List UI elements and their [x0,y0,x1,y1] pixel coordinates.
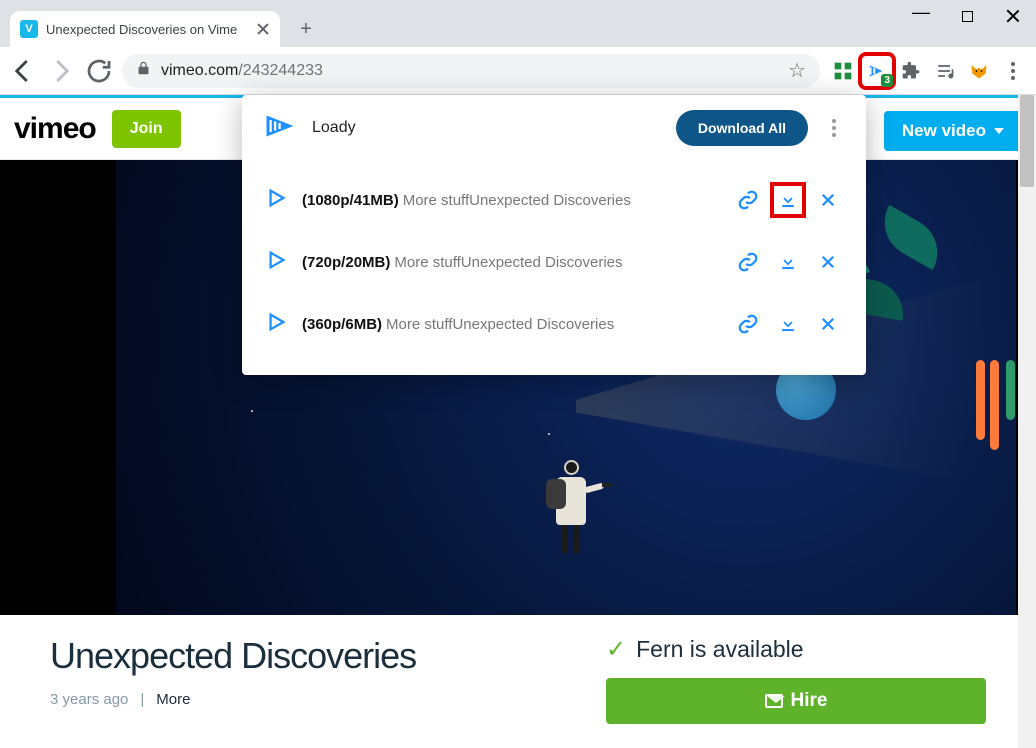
extension-grid-icon[interactable] [828,56,858,86]
tab-title: Unexpected Discoveries on Vime [46,22,248,37]
play-icon [266,311,288,338]
popup-header: Loady Download All [242,95,866,161]
download-button[interactable] [774,310,802,338]
back-button[interactable] [8,56,38,86]
row-text: (360p/6MB)More stuffUnexpected Discoveri… [302,316,720,333]
extension-fox-icon[interactable] [964,56,994,86]
row-text: (720p/20MB)More stuffUnexpected Discover… [302,254,720,271]
remove-button[interactable] [814,248,842,276]
chevron-down-icon [994,128,1004,134]
page-scrollbar[interactable] [1018,95,1036,748]
loady-popup: Loady Download All (1080p/41MB)More stuf… [242,95,866,375]
video-title: Unexpected Discoveries [50,635,586,677]
availability-text: Fern is available [636,636,803,663]
loady-logo-icon [262,108,298,149]
remove-button[interactable] [814,310,842,338]
popup-list: (1080p/41MB)More stuffUnexpected Discove… [242,161,866,375]
quality-row: (360p/6MB)More stuffUnexpected Discoveri… [242,293,866,355]
forward-button[interactable] [46,56,76,86]
new-video-button[interactable]: New video [884,111,1022,151]
hire-label: Hire [791,690,828,712]
quality-row: (1080p/41MB)More stuffUnexpected Discove… [242,169,866,231]
tab-close-icon[interactable] [256,22,270,36]
chrome-menu-button[interactable] [998,56,1028,86]
window-titlebar: V Unexpected Discoveries on Vime + — [0,0,1036,47]
hire-button[interactable]: Hire [606,678,986,724]
popup-menu-button[interactable] [822,119,846,137]
vimeo-logo[interactable]: vimeo [14,112,96,146]
remove-button[interactable] [814,186,842,214]
more-link[interactable]: More [156,691,190,708]
window-controls: — [898,0,1036,32]
copy-link-button[interactable] [734,248,762,276]
popup-title: Loady [312,119,356,137]
extension-badge: 3 [881,74,893,87]
window-minimize-button[interactable]: — [898,0,944,32]
tabs-row: V Unexpected Discoveries on Vime + [0,11,320,47]
quality-row: (720p/20MB)More stuffUnexpected Discover… [242,231,866,293]
below-video: Unexpected Discoveries 3 years ago | Mor… [0,615,1036,748]
download-button[interactable] [774,248,802,276]
address-bar[interactable]: vimeo.com/243244233 ☆ [122,54,820,88]
vimeo-favicon-icon: V [20,20,38,38]
row-text: (1080p/41MB)More stuffUnexpected Discove… [302,192,720,209]
join-button[interactable]: Join [112,110,181,148]
bookmark-star-icon[interactable]: ☆ [788,61,806,81]
mail-icon [765,694,783,708]
window-close-button[interactable] [990,0,1036,32]
copy-link-button[interactable] [734,186,762,214]
download-all-button[interactable]: Download All [676,110,808,146]
extensions-puzzle-icon[interactable] [896,56,926,86]
video-meta: 3 years ago | More [50,691,586,708]
play-icon [266,187,288,214]
reload-button[interactable] [84,56,114,86]
url-text: vimeo.com/243244233 [161,62,323,80]
extension-loady-icon[interactable]: 3 [862,56,892,86]
new-tab-button[interactable]: + [292,15,320,43]
copy-link-button[interactable] [734,310,762,338]
scrollbar-thumb[interactable] [1020,95,1034,187]
lock-icon [136,60,151,81]
video-age: 3 years ago [50,691,128,708]
window-maximize-button[interactable] [944,0,990,32]
download-button[interactable] [774,186,802,214]
availability-row: ✓ Fern is available [606,635,986,664]
play-icon [266,249,288,276]
check-icon: ✓ [606,635,626,664]
extension-music-icon[interactable] [930,56,960,86]
kebab-icon [1011,62,1015,80]
browser-toolbar: vimeo.com/243244233 ☆ 3 [0,47,1036,95]
browser-tab[interactable]: V Unexpected Discoveries on Vime [10,11,280,47]
new-video-label: New video [902,121,986,141]
extension-icons: 3 [828,56,1028,86]
video-illustration [548,460,594,553]
